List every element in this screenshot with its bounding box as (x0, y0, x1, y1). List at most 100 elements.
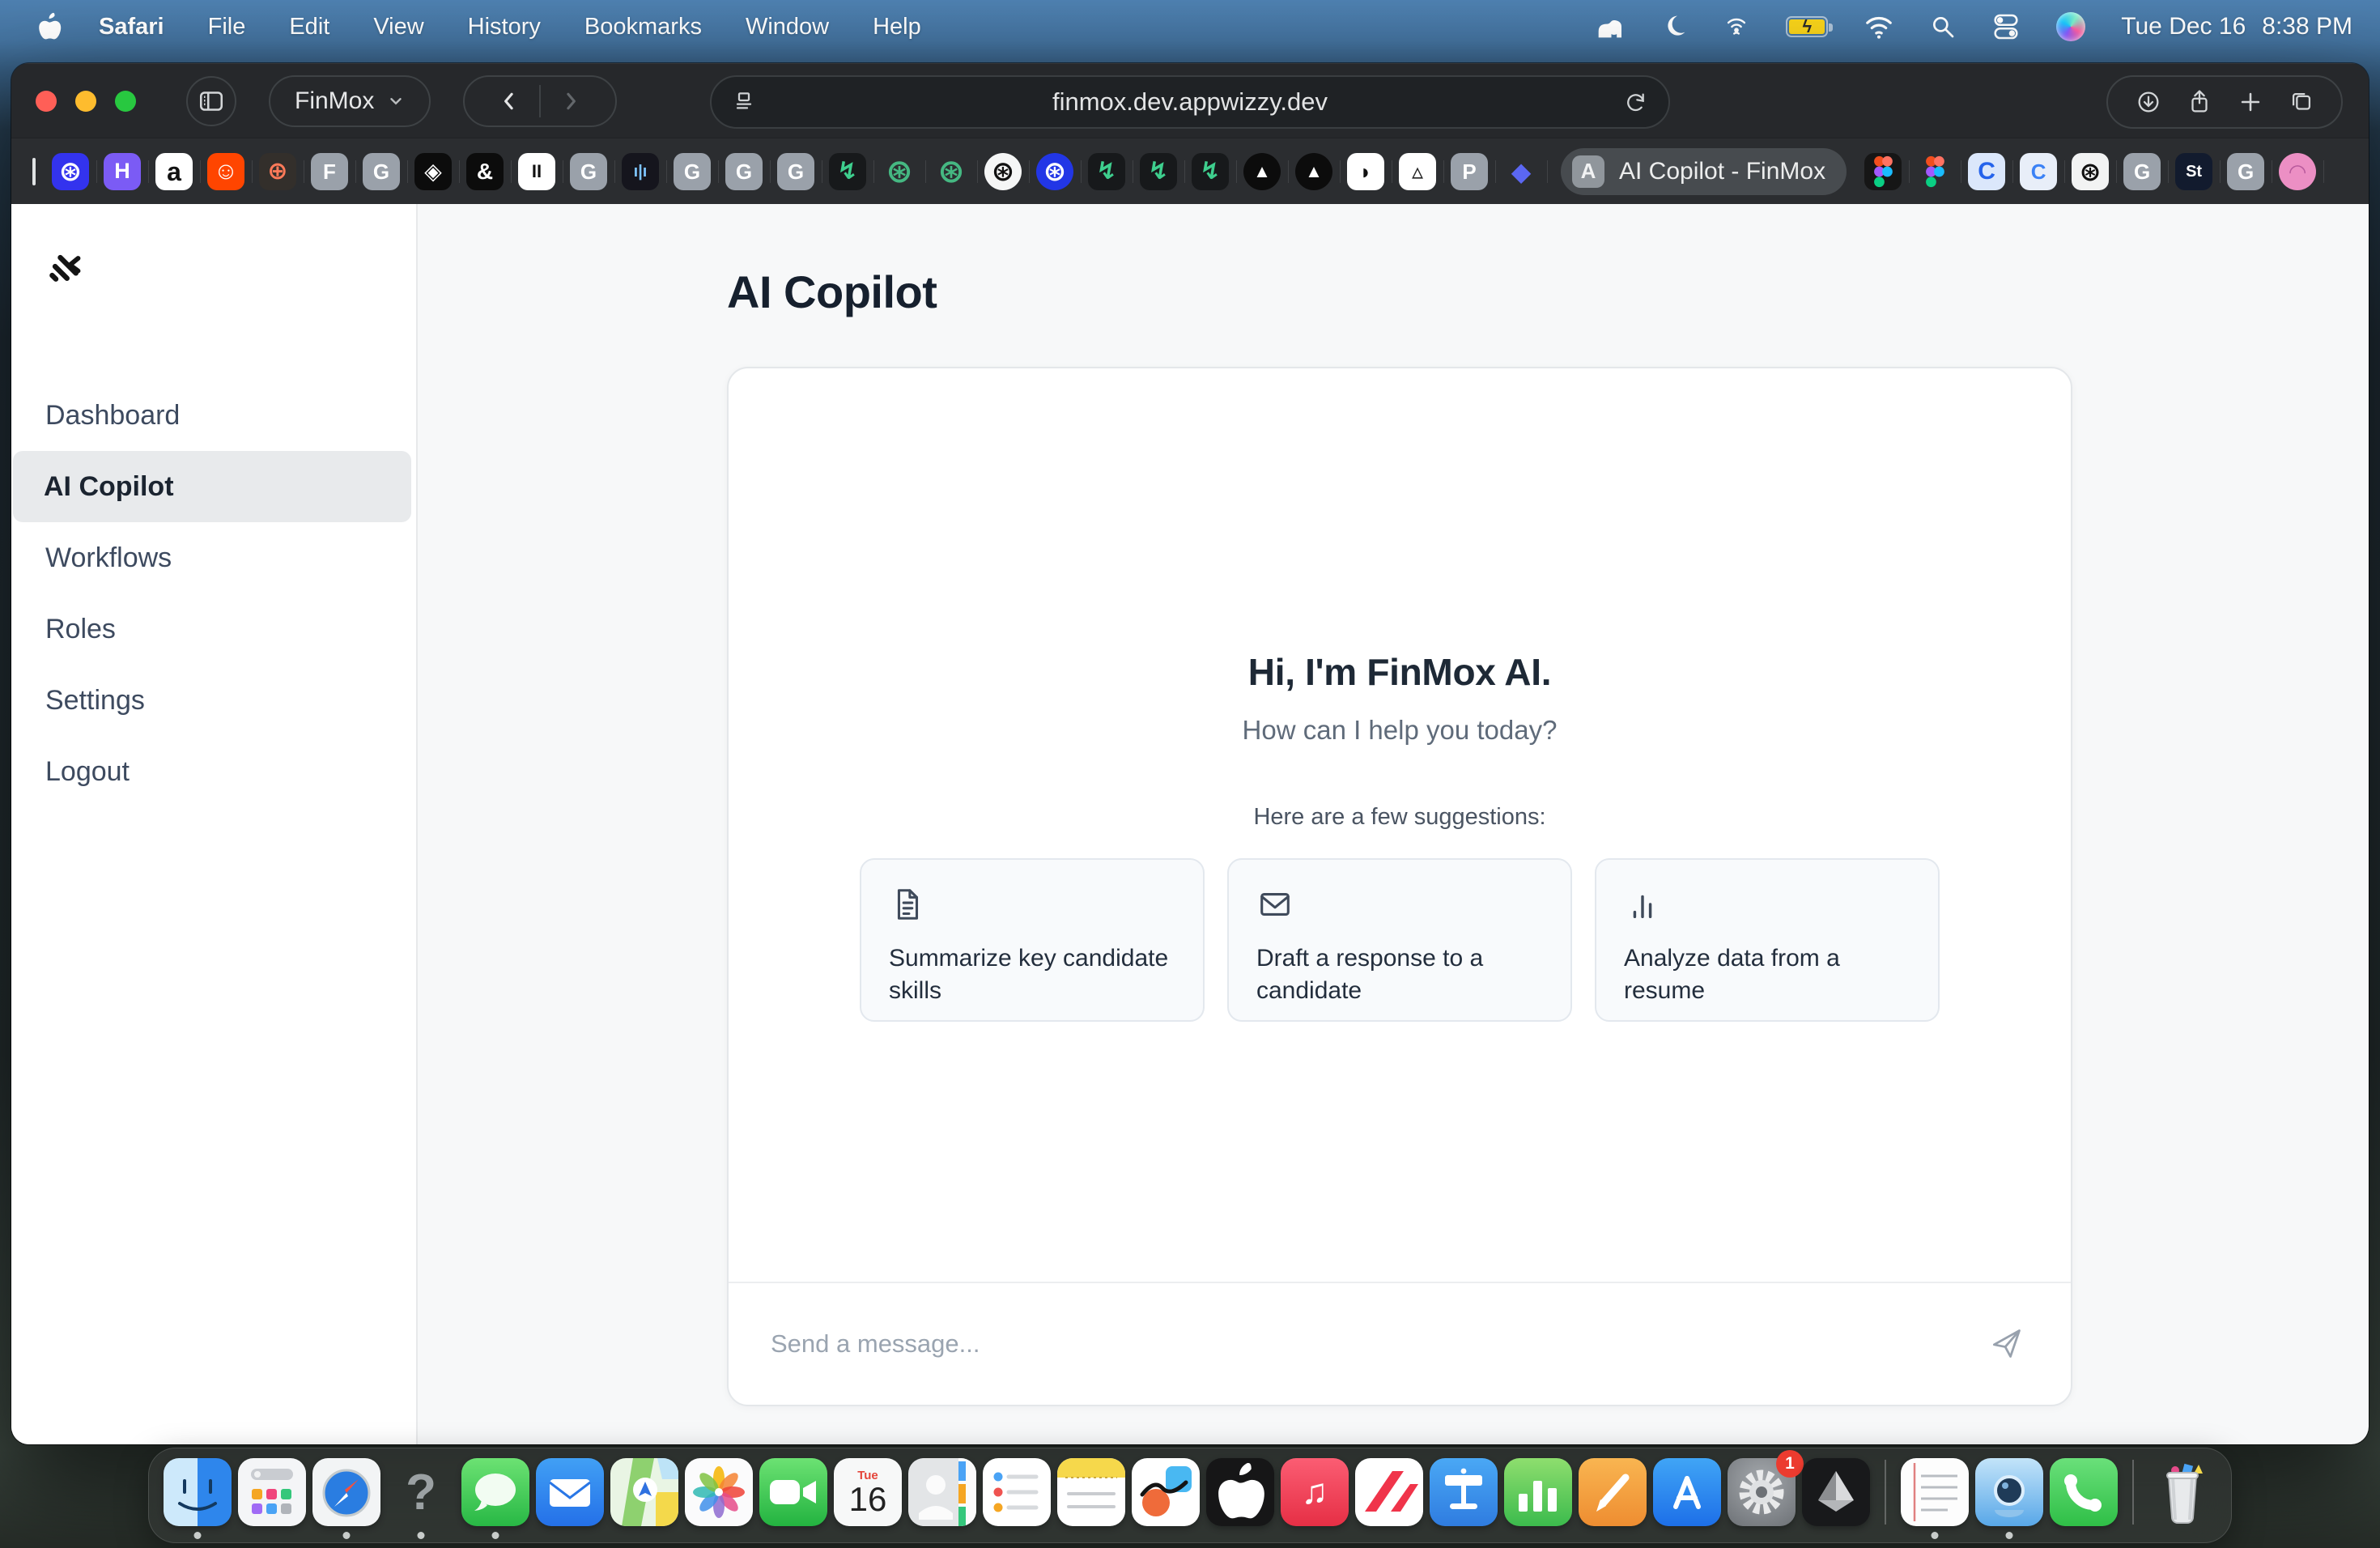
sidebar-item-logout[interactable]: Logout (11, 736, 416, 807)
wifi-icon[interactable] (1864, 14, 1894, 40)
favorite-f-app[interactable]: F (311, 153, 348, 190)
favorite-vercel-1[interactable]: ▲ (1243, 153, 1281, 190)
menu-edit[interactable]: Edit (289, 14, 329, 40)
close-window-button[interactable] (36, 91, 57, 112)
favorite-g-app-3[interactable]: G (674, 153, 711, 190)
menu-bookmarks[interactable]: Bookmarks (584, 14, 702, 40)
dock-apple-tv[interactable]: tv (1206, 1458, 1274, 1526)
dock-safari[interactable] (312, 1458, 380, 1526)
menu-view[interactable]: View (373, 14, 423, 40)
favorite-st-app[interactable]: St (2175, 153, 2212, 190)
focus-moon-icon[interactable] (1661, 14, 1687, 40)
favorite-pause-app[interactable]: II (518, 153, 555, 190)
dock-news[interactable] (1355, 1458, 1423, 1526)
menu-window[interactable]: Window (746, 14, 829, 40)
favorite-bolt-app-4[interactable]: ↯ (1192, 153, 1229, 190)
favorite-bolt-app-1[interactable]: ↯ (829, 153, 866, 190)
send-button[interactable] (1983, 1320, 2029, 1368)
dock-music[interactable]: ♫ (1281, 1458, 1349, 1526)
battery-icon[interactable]: ϟ (1786, 16, 1828, 37)
dock-system-settings[interactable]: 1 (1728, 1458, 1796, 1526)
reload-icon[interactable] (1623, 89, 1649, 115)
favorite-g-app-7[interactable]: G (2227, 153, 2264, 190)
favorite-h-app[interactable]: H (104, 153, 141, 190)
dock-reminders[interactable] (983, 1458, 1051, 1526)
dock-textedit[interactable] (1901, 1458, 1969, 1526)
favorite-claude-c-1[interactable]: C (1968, 153, 2005, 190)
suggestion-card-1[interactable]: Summarize key candidate skills (860, 858, 1205, 1022)
dock-app-store[interactable] (1653, 1458, 1721, 1526)
tab-overview-icon[interactable] (2288, 88, 2315, 116)
dock-mail[interactable] (536, 1458, 604, 1526)
favorite-g-app-2[interactable]: G (570, 153, 607, 190)
dock-numbers[interactable] (1504, 1458, 1572, 1526)
sidebar-item-ai-copilot[interactable]: AI Copilot (13, 451, 411, 522)
favorite-vercel-2[interactable]: ▲ (1295, 153, 1332, 190)
dock-phone[interactable] (2050, 1458, 2118, 1526)
favorite-swirl-green-1[interactable]: ⊛ (881, 153, 918, 190)
dock-contacts[interactable] (908, 1458, 976, 1526)
minimize-window-button[interactable] (75, 91, 96, 112)
favorite-dribbble[interactable]: ◠ (2279, 153, 2316, 190)
favorite-claude-c-2[interactable]: C (2020, 153, 2057, 190)
favorite-amazon[interactable]: a (155, 153, 193, 190)
favorite-p-app[interactable]: P (1451, 153, 1488, 190)
siri-icon[interactable] (2056, 12, 2085, 41)
sidebar-item-roles[interactable]: Roles (11, 593, 416, 665)
favorite-openai-white[interactable]: ⊛ (984, 153, 1022, 190)
dock-prism-app[interactable] (1802, 1458, 1870, 1526)
control-center-icon[interactable] (1991, 13, 2021, 40)
favorite-bolt-app-2[interactable]: ↯ (1088, 153, 1125, 190)
favorite-reddit[interactable]: ☺ (207, 153, 244, 190)
favorite-swirl-green-2[interactable]: ⊛ (933, 153, 970, 190)
spotlight-icon[interactable] (1930, 14, 1956, 40)
zoom-window-button[interactable] (115, 91, 136, 112)
sidebar-item-workflows[interactable]: Workflows (11, 522, 416, 593)
menu-history[interactable]: History (468, 14, 541, 40)
favorite-figma[interactable] (1916, 153, 1953, 190)
sidebar-toggle-button[interactable] (186, 76, 236, 126)
favorite-openai-purple[interactable]: ⊛ (52, 153, 89, 190)
dock-calendar[interactable]: Tue16 (834, 1458, 902, 1526)
suggestion-card-3[interactable]: Analyze data from a resume (1595, 858, 1940, 1022)
favorite-equalizer-app[interactable]: ı|ı (622, 153, 659, 190)
favorite-g-app-5[interactable]: G (777, 153, 814, 190)
dock-launchpad[interactable] (238, 1458, 306, 1526)
favorite-openai-light[interactable]: ⊛ (2072, 153, 2109, 190)
sidebar-item-settings[interactable]: Settings (11, 665, 416, 736)
favorite-g-app-1[interactable]: G (363, 153, 400, 190)
dock-photos[interactable] (685, 1458, 753, 1526)
dock-facetime[interactable] (759, 1458, 827, 1526)
favorite-ampersand-app[interactable]: & (466, 153, 504, 190)
favorite-hubspot[interactable]: ⊕ (259, 153, 296, 190)
favorite-pen-app[interactable]: ◆ (1502, 153, 1540, 190)
favorite-fin-app[interactable]: ◗ (1347, 153, 1384, 190)
dock-finder[interactable] (164, 1458, 232, 1526)
forward-button[interactable] (559, 89, 583, 113)
dock-pages[interactable] (1579, 1458, 1647, 1526)
reader-icon[interactable] (731, 89, 757, 115)
menu-help[interactable]: Help (873, 14, 921, 40)
favorite-diamond-app[interactable]: ◈ (414, 153, 452, 190)
dock-maps[interactable] (610, 1458, 678, 1526)
status-app-icon[interactable] (1593, 13, 1626, 40)
dock-missing-app[interactable]: ? (387, 1458, 455, 1526)
sidebar-item-dashboard[interactable]: Dashboard (11, 380, 416, 451)
favorite-bolt-app-3[interactable]: ↯ (1140, 153, 1177, 190)
menu-bar-clock[interactable]: Tue Dec 16 8:38 PM (2121, 13, 2352, 40)
share-icon[interactable] (2186, 88, 2213, 116)
dock-photo-booth[interactable] (1975, 1458, 2043, 1526)
new-tab-icon[interactable] (2237, 88, 2264, 116)
dock-trash[interactable] (2148, 1458, 2216, 1526)
suggestion-card-2[interactable]: Draft a response to a candidate (1227, 858, 1572, 1022)
dock-notes[interactable] (1057, 1458, 1125, 1526)
back-button[interactable] (497, 89, 521, 113)
favorite-sailboat-app[interactable]: ▵ (1399, 153, 1436, 190)
dock-freeform[interactable] (1132, 1458, 1200, 1526)
dock-messages[interactable] (461, 1458, 529, 1526)
favorite-g-app-6[interactable]: G (2123, 153, 2161, 190)
hotspot-icon[interactable] (1723, 13, 1750, 40)
apple-menu-icon[interactable] (36, 11, 63, 43)
downloads-icon[interactable] (2135, 88, 2162, 116)
favorite-openai-blue[interactable]: ⊛ (1036, 153, 1073, 190)
